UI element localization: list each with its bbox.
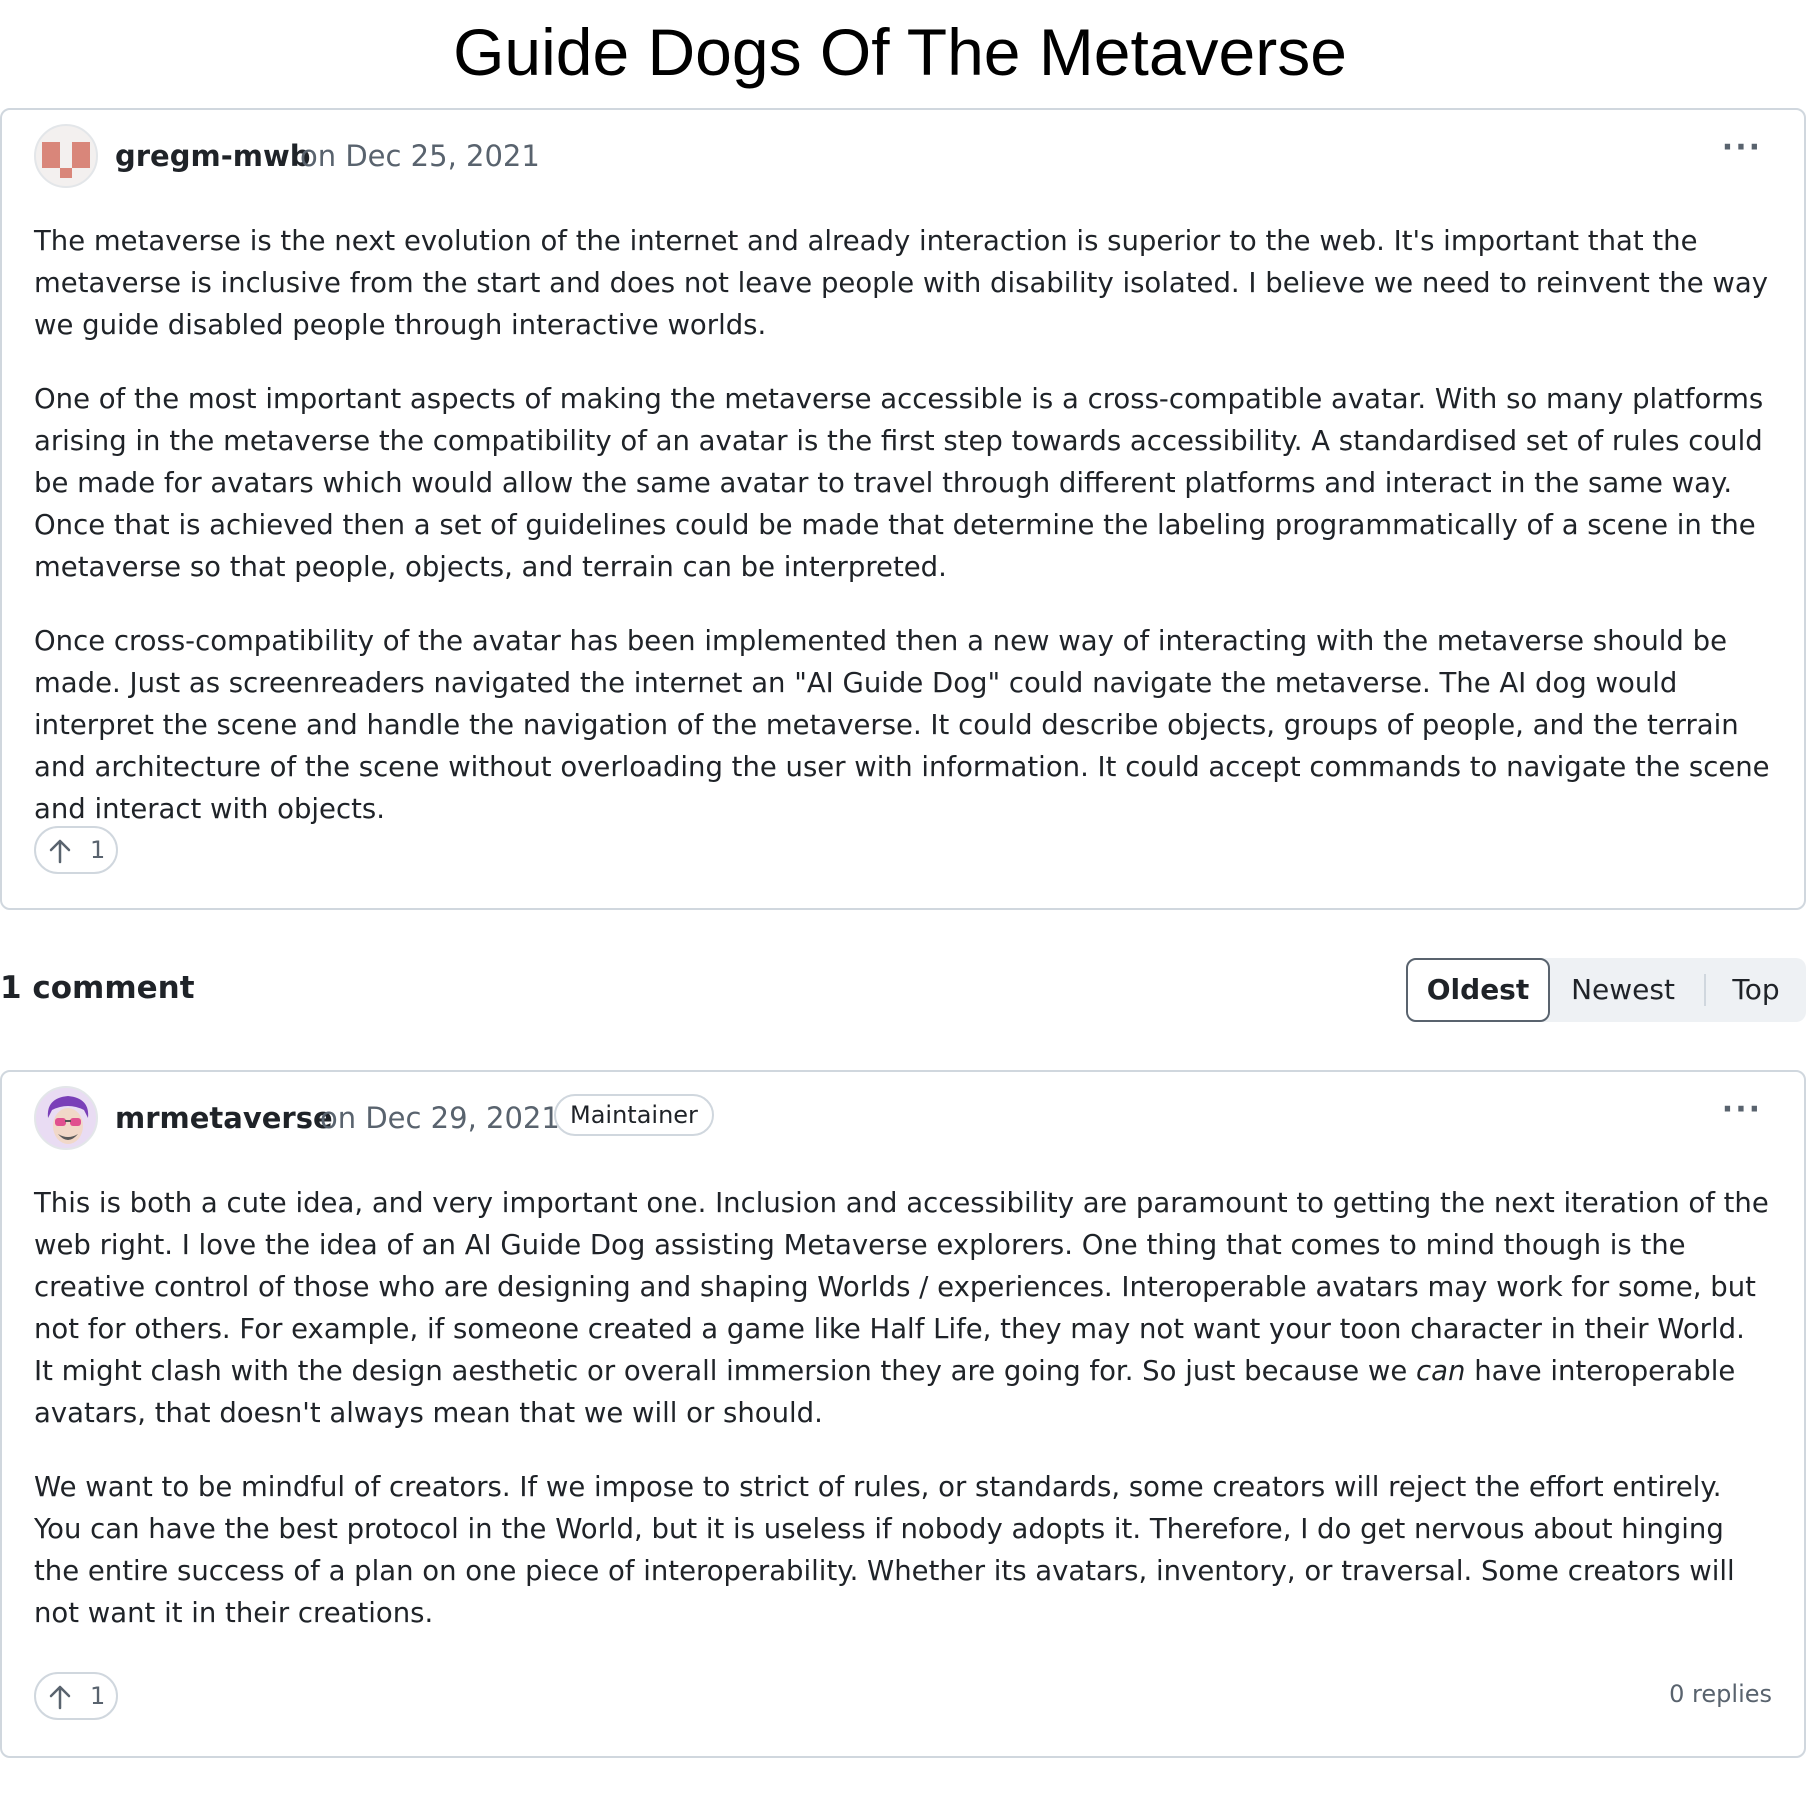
- more-options-icon[interactable]: ···: [1722, 130, 1762, 165]
- upvote-count: 1: [90, 836, 106, 864]
- author-name[interactable]: mrmetaverse: [115, 1100, 333, 1136]
- post-date[interactable]: on Dec 25, 2021: [300, 138, 540, 174]
- upvote-button[interactable]: 1: [34, 826, 118, 874]
- arrow-up-icon: [49, 1685, 71, 1710]
- maintainer-badge: Maintainer: [554, 1094, 714, 1136]
- more-options-icon[interactable]: ···: [1722, 1092, 1762, 1127]
- post-paragraph: One of the most important aspects of mak…: [34, 383, 1764, 583]
- avatar[interactable]: [34, 124, 98, 188]
- post-body: The metaverse is the next evolution of t…: [34, 220, 1772, 862]
- emphasis-text: can: [1416, 1355, 1466, 1387]
- replies-count[interactable]: 0 replies: [1669, 1680, 1772, 1708]
- comment-count: 1 comment: [0, 970, 195, 1006]
- avatar[interactable]: [34, 1086, 98, 1150]
- comment-paragraph: This is both a cute idea, and very impor…: [34, 1182, 1772, 1434]
- page-title: Guide Dogs Of The Metaverse: [453, 15, 1347, 89]
- post-header: gregm-mwb on Dec 25, 2021 ···: [34, 124, 1772, 194]
- identicon-icon: [42, 142, 90, 178]
- discussion-post: gregm-mwb on Dec 25, 2021 ··· The metave…: [0, 108, 1806, 910]
- user-avatar-icon: [47, 1096, 89, 1144]
- sort-option-oldest[interactable]: Oldest: [1406, 958, 1550, 1022]
- comment-date[interactable]: on Dec 29, 2021: [320, 1100, 560, 1136]
- comment-card: mrmetaverse on Dec 29, 2021 Maintainer ·…: [0, 1070, 1806, 1758]
- comment-header: mrmetaverse on Dec 29, 2021 Maintainer ·…: [34, 1086, 1772, 1156]
- sort-option-top[interactable]: Top: [1706, 958, 1806, 1022]
- sort-selector: Oldest Newest Top: [1406, 958, 1806, 1022]
- arrow-up-icon: [49, 839, 71, 864]
- upvote-count: 1: [90, 1682, 106, 1710]
- upvote-button[interactable]: 1: [34, 1672, 118, 1720]
- sort-option-newest[interactable]: Newest: [1556, 958, 1690, 1022]
- author-name[interactable]: gregm-mwb: [115, 138, 311, 174]
- comment-paragraph: We want to be mindful of creators. If we…: [34, 1471, 1735, 1629]
- post-paragraph: Once cross-compatibility of the avatar h…: [34, 625, 1770, 825]
- post-paragraph: The metaverse is the next evolution of t…: [34, 225, 1769, 341]
- comment-body: This is both a cute idea, and very impor…: [34, 1182, 1772, 1666]
